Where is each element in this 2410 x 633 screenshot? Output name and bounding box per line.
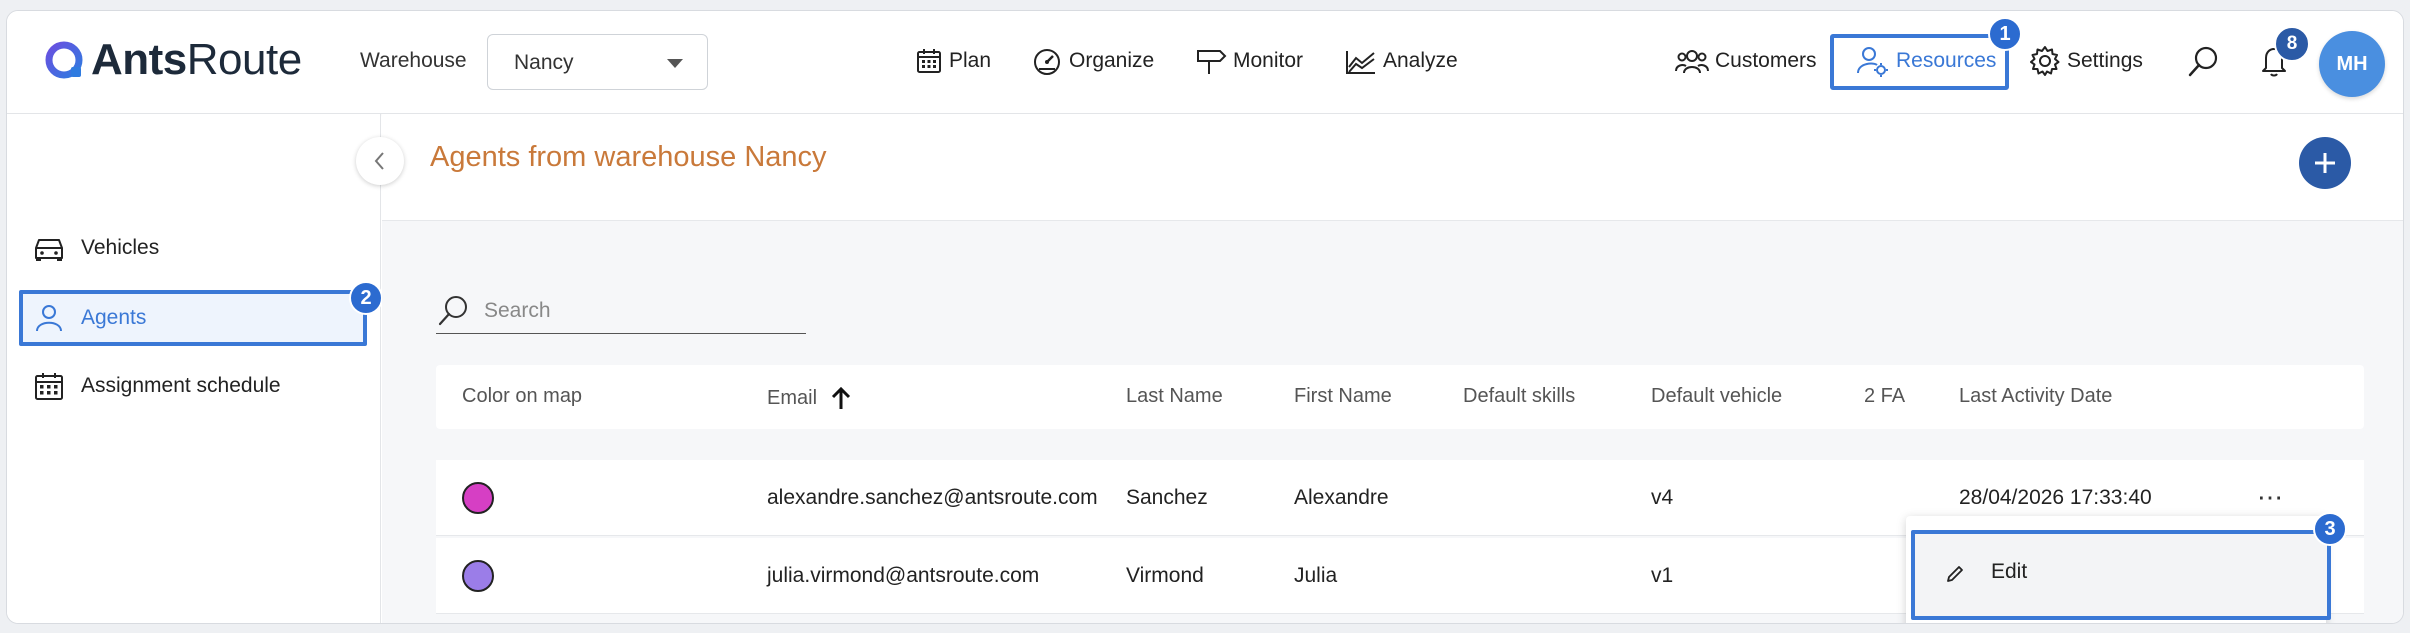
page-header: Agents from warehouse Nancy <box>382 114 2403 221</box>
edit-menu-item-label: Edit <box>1991 560 2028 583</box>
signpost-icon <box>1197 50 1227 74</box>
sidebar-item-label: Agents <box>81 306 147 329</box>
warehouse-select-value: Nancy <box>514 51 574 74</box>
gauge-icon <box>1034 49 1060 75</box>
cell-email: alexandre.sanchez@antsroute.com <box>767 486 1098 509</box>
step-badge-2: 2 <box>349 281 383 315</box>
notification-count-badge: 8 <box>2274 26 2310 62</box>
add-agent-button[interactable] <box>2299 137 2351 189</box>
pencil-icon <box>1947 566 1963 582</box>
more-options-icon[interactable]: ⋯ <box>2257 482 2284 513</box>
column-default-skills[interactable]: Default skills <box>1463 385 1575 408</box>
table-header: Color on map Email Last Name First Name … <box>436 365 2364 429</box>
column-email[interactable]: Email <box>767 385 853 411</box>
nav-customers[interactable]: Customers <box>1675 41 1817 81</box>
search-button[interactable] <box>2187 41 2227 81</box>
nav-organize[interactable]: Organize <box>1031 41 1154 81</box>
nav-resources-label: Resources <box>1896 49 1997 72</box>
chevron-left-icon <box>374 152 384 170</box>
sidebar-item-assignment-schedule[interactable]: Assignment schedule <box>33 364 281 408</box>
column-2fa[interactable]: 2 FA <box>1864 385 1905 408</box>
user-gear-icon <box>1857 47 1888 77</box>
calendar-icon <box>35 373 63 400</box>
chevron-down-icon <box>667 59 683 68</box>
nav-monitor[interactable]: Monitor <box>1195 41 1303 81</box>
sidebar-item-vehicles[interactable]: Vehicles <box>33 226 159 270</box>
page-title: Agents from warehouse Nancy <box>430 141 827 173</box>
sidebar: Vehicles Agents 2 Assignment schedule <box>7 114 383 623</box>
search-icon <box>2188 46 2218 77</box>
calendar-icon <box>917 49 941 73</box>
user-icon <box>36 305 62 332</box>
plus-icon <box>2315 153 2335 173</box>
nav-customers-label: Customers <box>1715 49 1817 72</box>
arrow-up-icon <box>831 386 851 409</box>
cell-default-vehicle: v4 <box>1651 486 1674 509</box>
color-dot <box>462 560 494 592</box>
nav-settings-label: Settings <box>2067 49 2143 72</box>
nav-analyze[interactable]: Analyze <box>1345 41 1458 81</box>
cell-last-activity: 28/04/2026 17:33:40 <box>1959 486 2152 509</box>
sidebar-item-agents[interactable]: Agents <box>33 296 146 340</box>
cell-last-name: Sanchez <box>1126 486 1208 509</box>
logo-text: AntsRoute <box>91 35 302 84</box>
nav-plan-label: Plan <box>949 49 992 72</box>
cell-first-name: Julia <box>1294 564 1338 587</box>
nav-resources[interactable]: Resources <box>1856 41 1996 81</box>
search-input[interactable]: Search <box>484 299 551 323</box>
step-badge-3: 3 <box>2313 512 2347 546</box>
column-first-name[interactable]: First Name <box>1294 385 1392 408</box>
app-window: AntsRoute Warehouse Nancy Plan Organize … <box>6 10 2404 624</box>
search-field[interactable]: Search <box>436 288 806 334</box>
column-default-vehicle[interactable]: Default vehicle <box>1651 385 1782 408</box>
cell-email: julia.virmond@antsroute.com <box>767 564 1040 587</box>
sidebar-item-label: Assignment schedule <box>81 374 281 397</box>
logo-mark-icon <box>43 39 85 81</box>
nav-settings[interactable]: Settings <box>2029 41 2143 81</box>
edit-menu-item[interactable]: Edit <box>1911 530 2331 620</box>
sidebar-item-label: Vehicles <box>81 236 160 259</box>
antsroute-logo[interactable]: AntsRoute <box>43 35 302 85</box>
users-icon <box>1675 50 1709 74</box>
step-badge-1: 1 <box>1988 17 2022 51</box>
nav-monitor-label: Monitor <box>1233 49 1304 72</box>
top-bar: AntsRoute Warehouse Nancy Plan Organize … <box>7 11 2403 114</box>
avatar[interactable]: MH <box>2319 31 2385 97</box>
car-icon <box>35 239 63 261</box>
cell-first-name: Alexandre <box>1294 486 1389 509</box>
nav-organize-label: Organize <box>1069 49 1155 72</box>
warehouse-label: Warehouse <box>360 49 467 72</box>
chart-area-icon <box>1346 51 1375 74</box>
nav-plan[interactable]: Plan <box>915 41 991 81</box>
cell-last-name: Virmond <box>1126 564 1204 587</box>
search-icon <box>438 295 467 325</box>
column-email-label: Email <box>767 386 818 409</box>
column-last-name[interactable]: Last Name <box>1126 385 1223 408</box>
column-color-on-map[interactable]: Color on map <box>462 385 582 408</box>
sidebar-collapse-button[interactable] <box>356 137 404 185</box>
cell-default-vehicle: v1 <box>1651 564 1674 587</box>
warehouse-select[interactable]: Nancy <box>487 34 708 90</box>
color-dot <box>462 482 494 514</box>
column-last-activity-date[interactable]: Last Activity Date <box>1959 385 2112 408</box>
gear-icon <box>2030 46 2060 76</box>
nav-analyze-label: Analyze <box>1383 49 1458 72</box>
